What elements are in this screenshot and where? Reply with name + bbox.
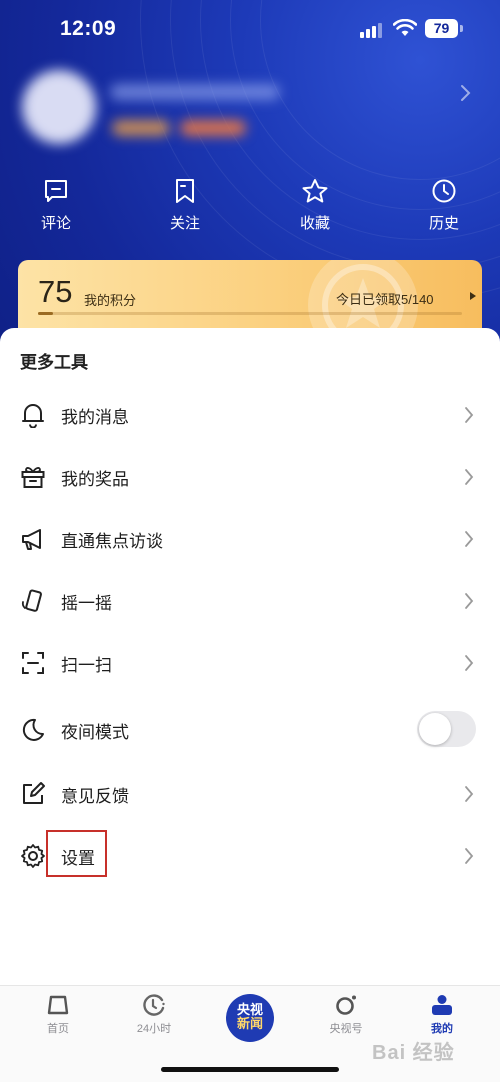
clock-icon (432, 179, 456, 203)
chevron-right-icon (465, 786, 474, 802)
tab-label: 我的 (431, 1023, 453, 1035)
points-label: 我的积分 (84, 293, 137, 308)
points-claimed-text[interactable]: 今日已领取5/140 (336, 289, 434, 308)
points-progress-track (38, 312, 462, 315)
chevron-right-icon (465, 531, 474, 547)
bookmark-icon (176, 179, 194, 203)
menu-item-label: 意见反馈 (61, 787, 129, 806)
menu-item-scan[interactable]: 扫一扫 (0, 632, 500, 694)
edit-icon (23, 782, 45, 804)
quick-action-label: 历史 (428, 215, 459, 232)
watermark: Bai 经验 (372, 1042, 455, 1064)
chevron-right-icon (465, 407, 474, 423)
quick-action-label: 评论 (40, 215, 71, 232)
points-progress-fill (38, 312, 54, 315)
logo-text-line1: 央视 (236, 1002, 263, 1017)
home-icon (47, 995, 69, 1015)
blurred-badge (180, 120, 246, 136)
gift-icon (21, 467, 45, 488)
profile-chevron-right-icon[interactable] (460, 84, 472, 102)
gear-icon (21, 844, 45, 868)
more-tools-sheet: 更多工具 我的消息 我的奖品 直通焦点访谈 摇一摇 扫一扫 夜间模式 意见反馈 … (0, 328, 500, 988)
menu-item-feedback[interactable]: 意见反馈 (0, 763, 500, 825)
menu-item-label: 直通焦点访谈 (61, 532, 163, 551)
24h-clock-icon (143, 994, 165, 1016)
night-mode-toggle[interactable] (417, 711, 476, 747)
chevron-right-icon (465, 593, 474, 609)
play-triangle-icon (470, 292, 476, 300)
blurred-badge (112, 120, 170, 136)
menu-item-label: 我的消息 (61, 408, 129, 427)
quick-action-favorites[interactable]: 收藏 (275, 178, 355, 238)
tab-label: 央视号 (329, 1023, 363, 1035)
blurred-username (110, 84, 280, 100)
menu-item-label: 夜间模式 (61, 723, 129, 742)
profile-icon (432, 995, 452, 1015)
toggle-knob (419, 713, 451, 745)
tab-home[interactable]: 首页 (18, 994, 98, 1048)
shake-phone-icon (21, 589, 42, 612)
chevron-right-icon (465, 469, 474, 485)
bell-icon (22, 404, 44, 428)
points-value: 75 (38, 274, 73, 309)
tab-cctv-news-logo[interactable]: 央视 新闻 (226, 994, 274, 1042)
chevron-right-icon (465, 655, 474, 671)
quick-action-history[interactable]: 历史 (404, 178, 484, 238)
star-icon (302, 179, 328, 203)
menu-item-night-mode: 夜间模式 (0, 699, 500, 761)
section-title: 更多工具 (20, 353, 88, 372)
menu-item-prizes[interactable]: 我的奖品 (0, 446, 500, 508)
comment-icon (45, 180, 67, 202)
cctv-account-icon (336, 995, 356, 1015)
quick-action-follow[interactable]: 关注 (145, 178, 225, 238)
avatar[interactable] (22, 70, 96, 144)
cellular-signal-icon (360, 22, 386, 38)
moon-icon (22, 718, 44, 741)
chevron-right-icon (465, 848, 474, 864)
scan-icon (22, 652, 44, 674)
menu-item-focus-interview[interactable]: 直通焦点访谈 (0, 508, 500, 570)
menu-item-messages[interactable]: 我的消息 (0, 384, 500, 446)
menu-item-shake[interactable]: 摇一摇 (0, 570, 500, 632)
quick-action-comments[interactable]: 评论 (16, 178, 96, 238)
tab-label: 24小时 (136, 1023, 172, 1035)
menu-item-label: 扫一扫 (61, 656, 112, 675)
megaphone-icon (22, 529, 41, 550)
menu-item-label: 摇一摇 (61, 594, 112, 613)
settings-highlight-box (46, 830, 107, 877)
quick-action-label: 关注 (169, 215, 200, 232)
quick-action-label: 收藏 (299, 215, 330, 232)
status-time: 12:09 (60, 17, 117, 40)
home-indicator[interactable] (161, 1067, 339, 1072)
tab-24-hours[interactable]: 24小时 (114, 994, 194, 1048)
battery-icon: 79 (425, 19, 458, 38)
menu-item-label: 我的奖品 (61, 470, 129, 489)
battery-tip (460, 25, 463, 32)
tab-label: 首页 (47, 1023, 69, 1035)
menu-item-settings[interactable]: 设置 (0, 825, 500, 887)
wifi-icon (393, 19, 417, 36)
logo-text-line2: 新闻 (236, 1016, 263, 1031)
status-bar: 12:09 79 (0, 0, 500, 60)
